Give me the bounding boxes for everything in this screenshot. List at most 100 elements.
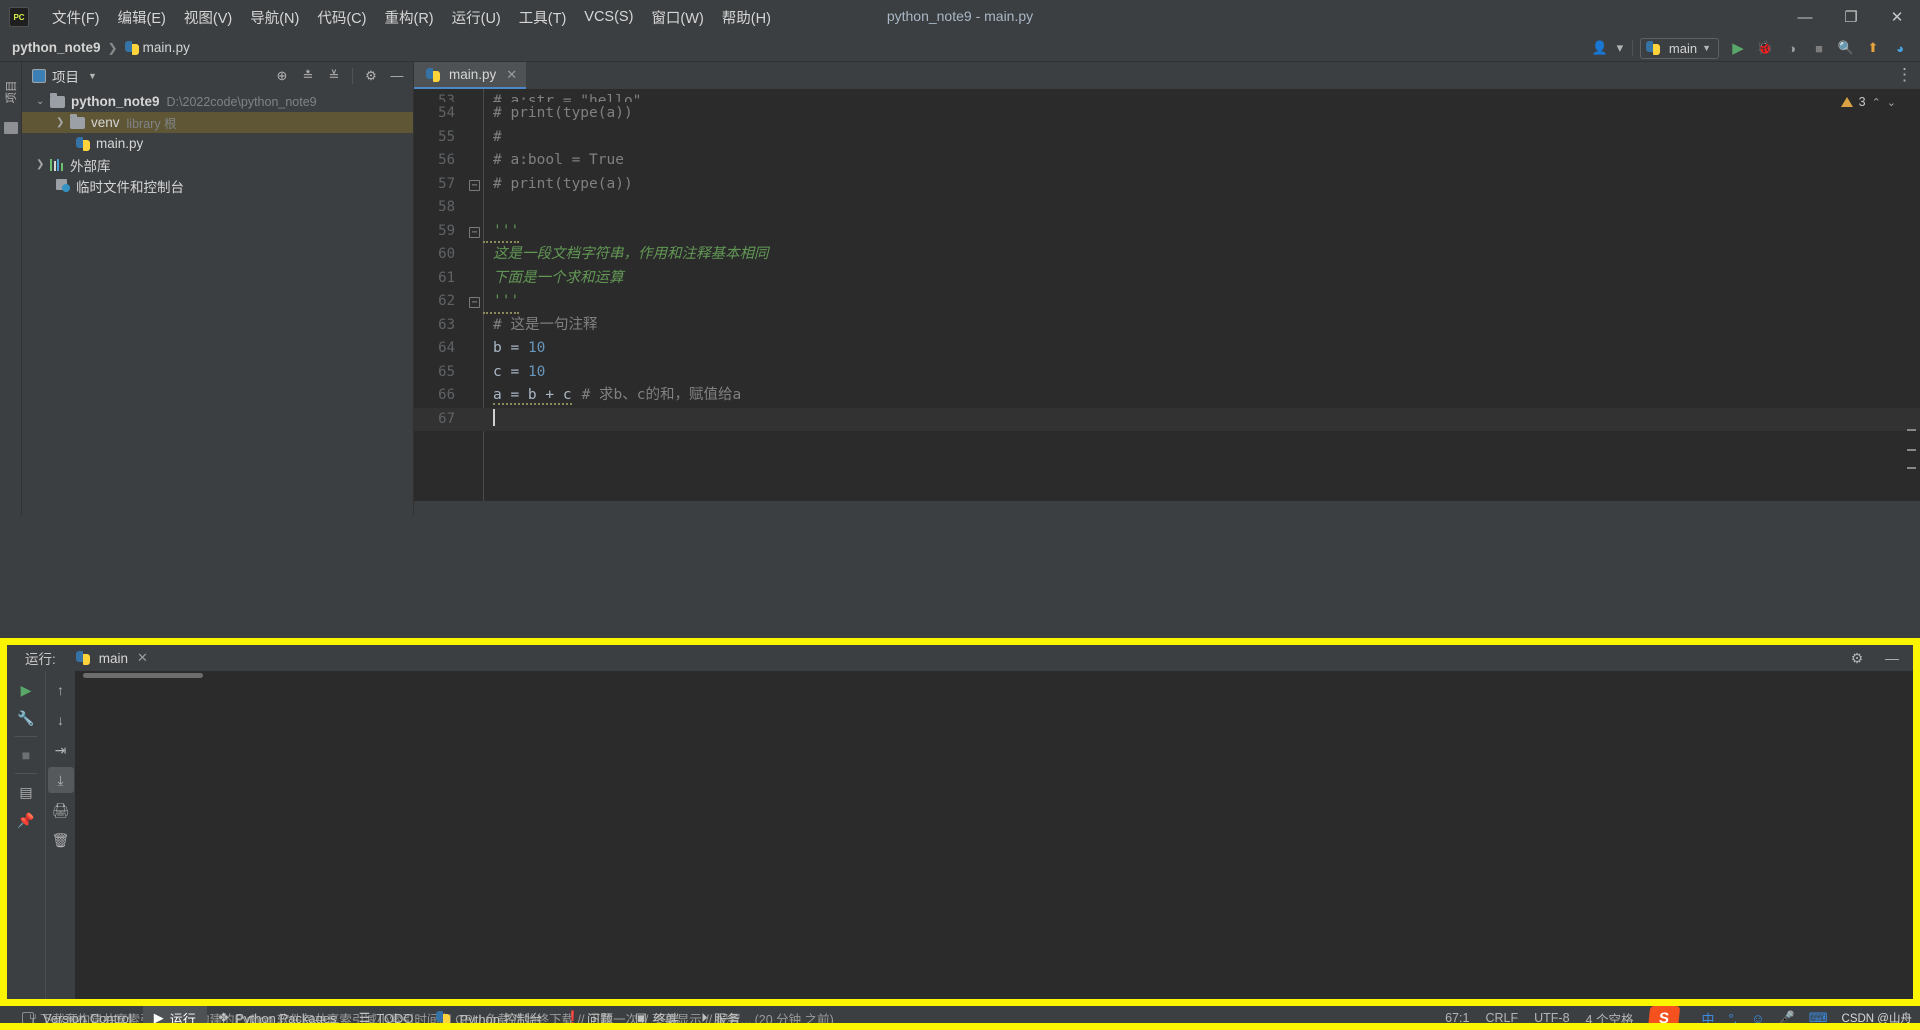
chevron-down-icon[interactable]: ▼ (88, 71, 97, 81)
wrench-settings-button[interactable]: 🔧 (13, 705, 39, 731)
code-variable: b (493, 340, 502, 356)
run-panel-title: 运行: (25, 652, 56, 667)
editor-tab-label: main.py (449, 67, 497, 82)
scroll-down-button[interactable]: ↓ (48, 707, 74, 733)
debug-button[interactable]: 🐞 (1753, 37, 1777, 59)
code-editor[interactable]: 3 ⌃ ⌄ 53 # a:str = "hello" 54 # print(ty… (414, 89, 1920, 515)
breadcrumb-file[interactable]: main.py (143, 40, 190, 55)
breadcrumb-project[interactable]: python_note9 (12, 40, 101, 55)
code-line: 63 # 这是一句注释 (414, 314, 1920, 338)
expand-all-icon[interactable]: ≛ (296, 65, 320, 87)
code-line: 60 这是一段文档字符串，作用和注释基本相同 (414, 243, 1920, 267)
next-problem-icon[interactable]: ⌄ (1887, 96, 1896, 109)
maximize-button[interactable]: ❐ (1828, 0, 1874, 34)
line-number: 53 (438, 93, 455, 102)
account-caret-icon[interactable]: ▾ (1615, 37, 1625, 59)
menu-code[interactable]: 代码(C) (308, 3, 375, 32)
toolbar-divider (1631, 40, 1633, 56)
layout-button[interactable]: ▤ (13, 779, 39, 805)
collapse-all-icon[interactable]: ≚ (322, 65, 346, 87)
code-line: 62 − ''' (414, 290, 1920, 314)
expand-arrow-icon[interactable]: ❯ (56, 117, 70, 128)
python-file-icon (426, 67, 440, 82)
menu-help[interactable]: 帮助(H) (713, 3, 780, 32)
pin-tab-button[interactable]: 📌 (13, 807, 39, 833)
code-trailing-comment: # 求b、c的和，赋值给a (581, 387, 742, 403)
menu-window[interactable]: 窗口(W) (642, 3, 712, 32)
left-tab-project[interactable]: 项目 (3, 71, 19, 113)
fold-end-icon[interactable]: − (466, 290, 483, 314)
ide-feature-icon[interactable]: ◕ (1888, 37, 1912, 59)
stop-button[interactable]: ■ (13, 742, 39, 768)
scroll-to-end-button[interactable]: ⤓ (47, 767, 74, 793)
navigation-bar: python_note9 ❯ main.py 👤 ▾ main ▼ ▶ 🐞 ◑ … (0, 34, 1920, 62)
code-line-current: 67 (414, 407, 1920, 431)
line-number: 66 (438, 387, 455, 403)
run-coverage-button[interactable]: ◑ (1780, 37, 1804, 59)
hide-panel-icon[interactable]: — (1879, 645, 1905, 671)
code-text: # a:bool = True (493, 152, 624, 168)
main-content: 项目 bookmarks 结构 项目 ▼ ⊕ ≛ ≚ ⚙ — ⌄ python_ (0, 62, 1920, 782)
console-scrollbar[interactable] (83, 673, 203, 678)
tree-node-label: 外部库 (70, 158, 111, 174)
search-icon[interactable]: 🔍 (1834, 37, 1858, 59)
menu-refactor[interactable]: 重构(R) (375, 3, 442, 32)
tree-node-external-libraries[interactable]: ❯ 外部库 (22, 154, 413, 175)
menu-edit[interactable]: 编辑(E) (109, 3, 175, 32)
locate-icon[interactable]: ⊕ (270, 65, 294, 87)
code-line: 54 # print(type(a)) (414, 102, 1920, 126)
toolbar-divider (15, 773, 37, 774)
python-file-icon (75, 651, 90, 665)
soft-wrap-button[interactable]: ⇥ (48, 737, 74, 763)
run-tool-window: 运行: main ✕ ⚙ — ▶ 🔧 ■ ▤ 📌 ↑ ↓ ⇥ ⤓ 🖨 🗑 (0, 638, 1920, 1006)
project-panel-header: 项目 ▼ ⊕ ≛ ≚ ⚙ — (22, 62, 413, 89)
code-text: # a:str = "hello" (493, 93, 642, 102)
update-project-icon[interactable]: ⬆ (1861, 37, 1885, 59)
account-icon[interactable]: 👤 (1588, 37, 1612, 59)
fold-end-icon[interactable]: − (466, 173, 483, 197)
menu-file[interactable]: 文件(F) (43, 3, 109, 32)
tree-node-label: python_note9 (71, 94, 160, 109)
menu-run[interactable]: 运行(U) (443, 3, 510, 32)
run-configuration-selector[interactable]: main ▼ (1639, 37, 1719, 59)
close-button[interactable]: ✕ (1874, 0, 1920, 34)
tree-node-project-root[interactable]: ⌄ python_note9 D:\2022code\python_note9 (22, 91, 413, 112)
run-button[interactable]: ▶ (1726, 37, 1750, 59)
close-icon[interactable]: ✕ (137, 650, 148, 666)
minimize-button[interactable]: — (1782, 0, 1828, 34)
expand-arrow-icon[interactable]: ❯ (36, 159, 50, 170)
editor-scrollbar[interactable] (1905, 89, 1917, 515)
menu-tools[interactable]: 工具(T) (510, 3, 576, 32)
rerun-button[interactable]: ▶ (13, 677, 39, 703)
gear-icon[interactable]: ⚙ (359, 65, 383, 87)
print-button[interactable]: 🖨 (48, 797, 74, 823)
scroll-up-button[interactable]: ↑ (48, 677, 74, 703)
tree-node-main-py[interactable]: main.py (22, 133, 413, 154)
expand-arrow-icon[interactable]: ⌄ (36, 96, 50, 107)
tree-node-venv[interactable]: ❯ venv library 根 (22, 112, 413, 133)
line-number: 67 (438, 410, 455, 427)
stop-button[interactable]: ■ (1807, 37, 1831, 59)
editor-tab-main-py[interactable]: main.py ✕ (414, 62, 527, 89)
gear-icon[interactable]: ⚙ (1844, 645, 1870, 671)
hide-panel-icon[interactable]: — (385, 65, 409, 87)
code-text: c = 10 (493, 363, 546, 380)
menu-view[interactable]: 视图(V) (175, 3, 241, 32)
menu-vcs[interactable]: VCS(S) (575, 5, 642, 29)
code-line: 53 # a:str = "hello" (414, 90, 1920, 102)
fold-start-icon[interactable]: − (466, 220, 483, 244)
inspection-widget[interactable]: 3 ⌃ ⌄ (1840, 95, 1896, 109)
tree-node-scratches[interactable]: 临时文件和控制台 (22, 175, 413, 196)
fold-gutter (466, 126, 483, 150)
menu-navigate[interactable]: 导航(N) (241, 3, 308, 32)
clear-all-button[interactable]: 🗑 (48, 827, 74, 853)
project-tool-window: 项目 ▼ ⊕ ≛ ≚ ⚙ — ⌄ python_note9 D:\2022cod… (22, 62, 414, 515)
project-folder-icon[interactable] (4, 122, 18, 134)
run-tab-main[interactable]: main ✕ (72, 648, 152, 668)
close-icon[interactable]: ✕ (506, 67, 517, 83)
console-output[interactable] (75, 671, 1913, 999)
prev-problem-icon[interactable]: ⌃ (1872, 96, 1881, 109)
fold-gutter (466, 102, 483, 126)
editor-options-icon[interactable]: ⋮ (1896, 65, 1914, 85)
